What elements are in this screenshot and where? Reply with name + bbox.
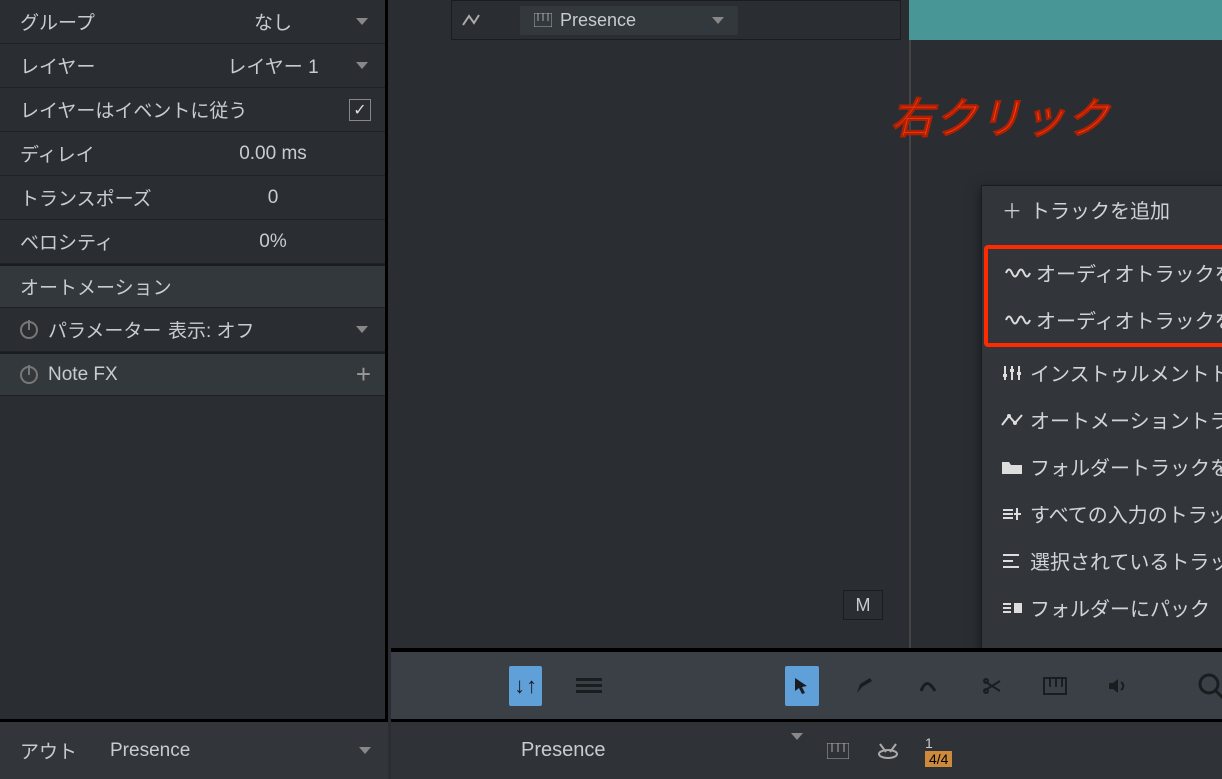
waveform-icon <box>1000 264 1036 282</box>
menu-label: 選択されているトラックのバスを追加 <box>1030 546 1222 575</box>
menu-add-all-input-tracks[interactable]: すべての入力のトラックを追加 <box>982 490 1222 537</box>
dropdown-icon[interactable] <box>712 17 724 24</box>
tool-arrow[interactable] <box>785 666 818 706</box>
notefx-header-label: Note FX <box>48 364 118 386</box>
tool-search[interactable] <box>1195 666 1222 706</box>
menu-add-automation-track[interactable]: オートメーショントラックを追加 <box>982 396 1222 443</box>
velocity-label: ベロシティ <box>20 228 193 255</box>
track-context-menu: ＋ トラックを追加 T オーディオトラックを追加（モノ） オーディオトラックを追… <box>981 185 1222 689</box>
prop-velocity[interactable]: ベロシティ 0% <box>0 220 385 264</box>
waveform-icon <box>1000 311 1036 329</box>
layer-value: レイヤー 1 <box>193 52 353 79</box>
delay-value: 0.00 ms <box>193 143 353 165</box>
menu-add-folder-track[interactable]: フォルダートラックを追加 <box>982 443 1222 490</box>
drum-icon[interactable] <box>863 742 913 760</box>
menu-label: オーディオトラックを追加（モノ） <box>1036 258 1222 287</box>
piano-icon[interactable] <box>813 743 863 759</box>
menu-label: トラックを追加 <box>1030 195 1222 224</box>
channel-instrument[interactable]: Presence <box>521 739 791 762</box>
layer-follows-checkbox[interactable]: ✓ <box>349 99 371 121</box>
menu-label: フォルダーにパック <box>1030 593 1222 622</box>
annotation-highlight: オーディオトラックを追加（モノ） オーディオトラックを追加（ステレオ） <box>984 245 1222 347</box>
timeline-clip[interactable] <box>909 0 1222 40</box>
tool-pencil[interactable] <box>849 666 882 706</box>
add-notefx-icon[interactable]: + <box>356 359 371 390</box>
dropdown-icon[interactable] <box>353 18 371 25</box>
group-value: なし <box>193 8 353 35</box>
power-icon[interactable] <box>20 366 38 384</box>
transpose-label: トランスポーズ <box>20 184 193 211</box>
pack-icon <box>994 600 1030 616</box>
menu-pack-folder[interactable]: フォルダーにパック <box>982 584 1222 631</box>
bus-icon <box>994 552 1030 570</box>
automation-icon <box>994 412 1030 428</box>
menu-label: インストゥルメントトラックを追加 <box>1030 358 1222 387</box>
tool-list[interactable] <box>572 666 605 706</box>
dropdown-icon[interactable] <box>353 326 371 333</box>
tool-sort[interactable]: ↓↑ <box>509 666 542 706</box>
inspector-panel: グループ なし レイヤー レイヤー 1 レイヤーはイベントに従う ✓ ディレイ … <box>0 0 388 779</box>
menu-label: フォルダートラックを追加 <box>1030 452 1222 481</box>
parameter-label: パラメーター <box>48 316 168 343</box>
prop-layer-follows-event: レイヤーはイベントに従う ✓ <box>0 88 385 132</box>
mute-button[interactable]: M <box>843 590 883 620</box>
layer-label: レイヤー <box>20 52 193 79</box>
bar-number: 1 <box>925 735 952 751</box>
prop-layer[interactable]: レイヤー レイヤー 1 <box>0 44 385 88</box>
prop-group[interactable]: グループ なし <box>0 0 385 44</box>
inputs-icon <box>994 506 1030 522</box>
plus-icon: ＋ <box>994 195 1030 224</box>
menu-add-bus[interactable]: 選択されているトラックのバスを追加 <box>982 537 1222 584</box>
piano-icon <box>534 13 552 27</box>
arrange-toolbar: ↓↑ <box>391 648 1222 719</box>
velocity-value: 0% <box>193 231 353 253</box>
time-signature-value: 4/4 <box>925 751 952 767</box>
power-icon[interactable] <box>20 321 38 339</box>
instrument-selector[interactable]: Presence <box>520 6 738 35</box>
menu-add-instrument-track[interactable]: インストゥルメントトラックを追加 <box>982 349 1222 396</box>
output-value: Presence <box>110 740 356 762</box>
instrument-name: Presence <box>560 10 636 31</box>
menu-add-audio-stereo[interactable]: オーディオトラックを追加（ステレオ） <box>988 296 1222 343</box>
automation-section-header[interactable]: オートメーション <box>0 264 385 308</box>
folder-icon <box>994 459 1030 475</box>
arrange-area[interactable]: Presence 右クリック M ＋ トラックを追加 T オーディオトラックを追… <box>391 0 1222 779</box>
time-signature[interactable]: 1 4/4 <box>925 735 952 767</box>
dropdown-icon[interactable] <box>356 747 374 754</box>
sliders-icon <box>994 364 1030 382</box>
mixer-channel-bar: Presence 1 4/4 <box>391 719 1222 779</box>
menu-add-track[interactable]: ＋ トラックを追加 T <box>982 186 1222 233</box>
notefx-section-header[interactable]: Note FX + <box>0 352 385 396</box>
dropdown-icon[interactable] <box>791 740 813 762</box>
parameter-value: 表示: オフ <box>168 316 353 343</box>
delay-label: ディレイ <box>20 140 193 167</box>
layer-follows-label: レイヤーはイベントに従う <box>20 96 349 123</box>
group-label: グループ <box>20 8 193 35</box>
tool-mute[interactable] <box>1102 666 1135 706</box>
dropdown-icon[interactable] <box>353 62 371 69</box>
output-label: アウト <box>20 737 110 764</box>
prop-transpose[interactable]: トランスポーズ 0 <box>0 176 385 220</box>
output-selector[interactable]: アウト Presence <box>0 719 388 779</box>
automation-header-label: オートメーション <box>20 273 172 300</box>
tool-keyboard[interactable] <box>1038 666 1071 706</box>
transpose-value: 0 <box>193 187 353 209</box>
menu-label: オートメーショントラックを追加 <box>1030 405 1222 434</box>
menu-add-audio-mono[interactable]: オーディオトラックを追加（モノ） <box>988 249 1222 296</box>
automation-line-icon <box>462 13 480 27</box>
prop-delay[interactable]: ディレイ 0.00 ms <box>0 132 385 176</box>
annotation-right-click: 右クリック <box>891 85 1111 146</box>
menu-label: すべての入力のトラックを追加 <box>1030 499 1222 528</box>
menu-label: オーディオトラックを追加（ステレオ） <box>1036 305 1222 334</box>
tool-draw[interactable] <box>912 666 945 706</box>
track-header[interactable]: Presence <box>451 0 901 40</box>
prop-parameter[interactable]: パラメーター 表示: オフ <box>0 308 385 352</box>
tool-cut[interactable] <box>975 666 1008 706</box>
